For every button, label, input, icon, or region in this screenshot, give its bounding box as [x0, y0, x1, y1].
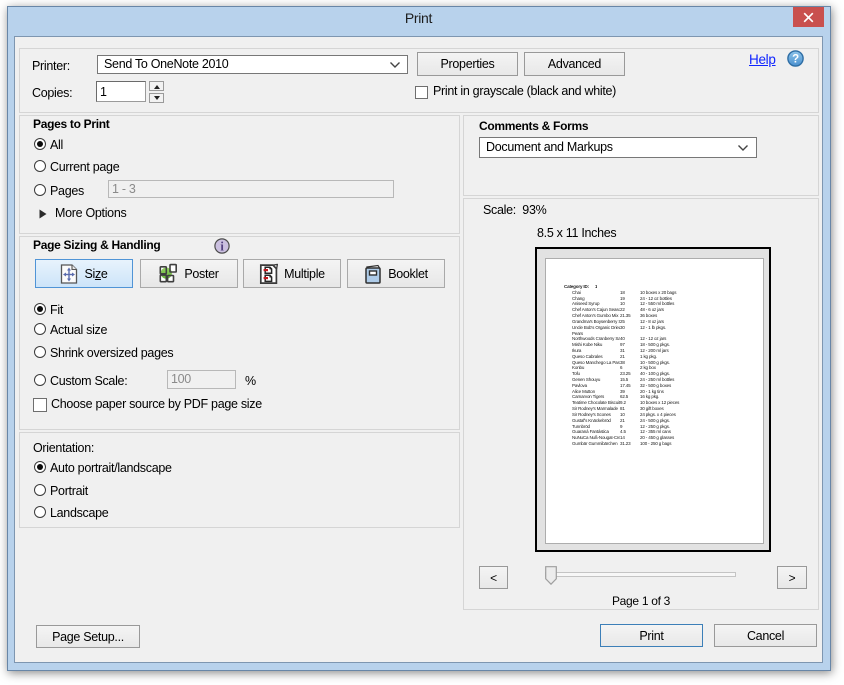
svg-text:?: ?	[792, 54, 799, 66]
